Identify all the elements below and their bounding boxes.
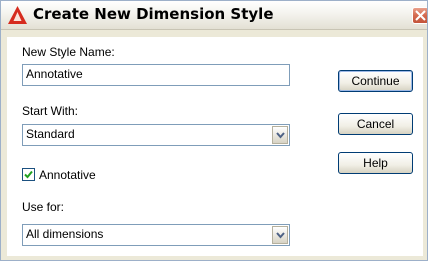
start-with-label: Start With: xyxy=(22,104,79,118)
continue-button[interactable]: Continue xyxy=(338,70,413,92)
chevron-down-icon xyxy=(276,232,285,239)
close-x-icon xyxy=(415,10,426,21)
chevron-down-icon xyxy=(276,132,285,139)
checkmark-icon xyxy=(24,170,33,179)
close-button[interactable] xyxy=(412,7,427,24)
help-button[interactable]: Help xyxy=(338,152,413,174)
new-style-name-input[interactable]: Annotative xyxy=(22,64,290,86)
title-bar[interactable]: Create New Dimension Style xyxy=(1,1,427,30)
create-dimension-style-dialog: Create New Dimension Style New Style Nam… xyxy=(0,0,428,261)
start-with-dropdown[interactable]: Standard xyxy=(22,124,290,146)
new-style-name-label: New Style Name: xyxy=(22,45,115,59)
start-with-dropdown-arrow[interactable] xyxy=(272,126,288,144)
start-with-value: Standard xyxy=(26,127,75,141)
autocad-triangle-icon xyxy=(8,6,27,24)
use-for-label: Use for: xyxy=(22,200,65,214)
use-for-dropdown-arrow[interactable] xyxy=(272,226,288,244)
dialog-content: New Style Name: Annotative Start With: S… xyxy=(7,37,423,256)
new-style-name-value: Annotative xyxy=(26,67,83,81)
annotative-label[interactable]: Annotative xyxy=(39,168,96,182)
annotative-checkbox[interactable] xyxy=(22,168,35,181)
use-for-value: All dimensions xyxy=(26,227,104,241)
use-for-dropdown[interactable]: All dimensions xyxy=(22,224,290,246)
cancel-button[interactable]: Cancel xyxy=(338,113,413,135)
dialog-title: Create New Dimension Style xyxy=(33,5,274,23)
